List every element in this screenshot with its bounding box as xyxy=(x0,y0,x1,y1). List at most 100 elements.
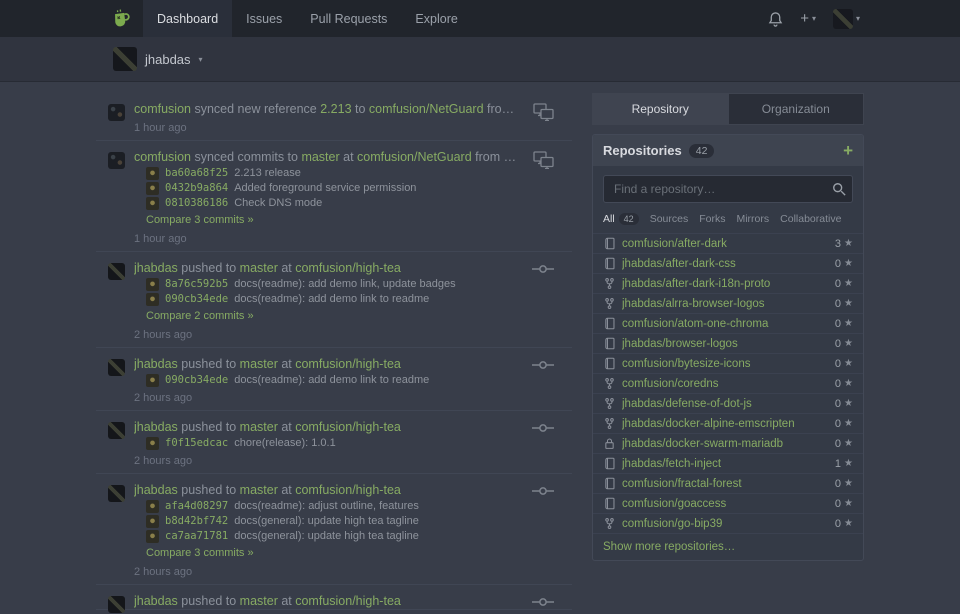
repo-row[interactable]: jhabdas/alrra-browser-logos 0★ xyxy=(593,293,863,313)
repo-filter[interactable]: Collaborative xyxy=(780,213,841,225)
commit-sha-link[interactable]: afa4d08297 xyxy=(165,500,228,513)
star-number: 0 xyxy=(835,398,841,410)
feed-link[interactable]: comfusion xyxy=(134,150,191,164)
create-menu-button[interactable]: + ▾ xyxy=(800,11,816,26)
nav-item[interactable]: Dashboard xyxy=(143,0,232,37)
star-count[interactable]: 0★ xyxy=(835,398,853,410)
star-count[interactable]: 0★ xyxy=(835,278,853,290)
repo-row[interactable]: jhabdas/docker-swarm-mariadb 0★ xyxy=(593,433,863,453)
feed-link[interactable]: jhabdas xyxy=(134,483,178,497)
feed-link[interactable]: master xyxy=(240,483,278,497)
star-count[interactable]: 0★ xyxy=(835,338,853,350)
context-tabs: Repository Organization xyxy=(592,93,864,125)
repo-filter[interactable]: Mirrors xyxy=(736,213,769,225)
feed-link[interactable]: jhabdas xyxy=(134,357,178,371)
avatar[interactable] xyxy=(108,152,125,169)
feed-link[interactable]: jhabdas xyxy=(134,594,178,608)
star-count[interactable]: 0★ xyxy=(835,418,853,430)
notifications-button[interactable] xyxy=(768,11,783,27)
repo-row[interactable]: jhabdas/fetch-inject 1★ xyxy=(593,453,863,473)
feed-link[interactable]: jhabdas xyxy=(134,420,178,434)
feed-text: pushed to xyxy=(178,420,240,434)
avatar[interactable] xyxy=(108,422,125,439)
repo-book-icon xyxy=(603,497,616,510)
repo-row[interactable]: comfusion/atom-one-chroma 0★ xyxy=(593,313,863,333)
repo-row[interactable]: jhabdas/after-dark-i18n-proto 0★ xyxy=(593,273,863,293)
gitea-logo[interactable] xyxy=(102,0,143,37)
repo-row[interactable]: jhabdas/browser-logos 0★ xyxy=(593,333,863,353)
commit-sha-link[interactable]: ca7aa71781 xyxy=(165,530,228,543)
repo-row[interactable]: comfusion/bytesize-icons 0★ xyxy=(593,353,863,373)
star-count[interactable]: 1★ xyxy=(835,458,853,470)
avatar[interactable] xyxy=(108,359,125,376)
feed-link[interactable]: comfusion/high-tea xyxy=(295,357,401,371)
filter-label: Collaborative xyxy=(780,213,841,225)
fork-icon xyxy=(603,377,616,390)
commit-sha-link[interactable]: b8d42bf742 xyxy=(165,515,228,528)
repo-row[interactable]: jhabdas/docker-alpine-emscripten 0★ xyxy=(593,413,863,433)
feed-link[interactable]: comfusion/high-tea xyxy=(295,483,401,497)
repo-row[interactable]: comfusion/fractal-forest 0★ xyxy=(593,473,863,493)
avatar[interactable] xyxy=(108,596,125,613)
nav-item[interactable]: Pull Requests xyxy=(296,0,401,37)
avatar[interactable] xyxy=(108,485,125,502)
commit-sha-link[interactable]: 0810386186 xyxy=(165,197,228,210)
nav-item[interactable]: Explore xyxy=(401,0,471,37)
repo-row[interactable]: jhabdas/defense-of-dot-js 0★ xyxy=(593,393,863,413)
repo-row[interactable]: comfusion/after-dark 3★ xyxy=(593,233,863,253)
star-count[interactable]: 0★ xyxy=(835,298,853,310)
compare-link[interactable]: Compare 3 commits » xyxy=(146,214,254,226)
commit-sha-link[interactable]: 0432b9a864 xyxy=(165,182,228,195)
compare-link[interactable]: Compare 2 commits » xyxy=(146,310,254,322)
feed-link[interactable]: comfusion/high-tea xyxy=(295,594,401,608)
star-count[interactable]: 0★ xyxy=(835,358,853,370)
star-count[interactable]: 0★ xyxy=(835,478,853,490)
user-menu-button[interactable]: ▾ xyxy=(833,9,860,29)
tab[interactable]: Organization xyxy=(729,93,865,125)
feed-link[interactable]: comfusion/high-tea xyxy=(295,420,401,434)
commit-sha-link[interactable]: 8a76c592b5 xyxy=(165,278,228,291)
repo-filter[interactable]: Forks xyxy=(699,213,725,225)
tab[interactable]: Repository xyxy=(592,93,729,125)
nav-item[interactable]: Issues xyxy=(232,0,296,37)
feed-link[interactable]: comfusion xyxy=(134,102,191,116)
repo-row[interactable]: comfusion/coredns 0★ xyxy=(593,373,863,393)
feed-link[interactable]: comfusion/high-tea xyxy=(295,261,401,275)
add-repo-button[interactable]: + xyxy=(843,144,853,158)
commit-row: ca7aa71781 docs(general): update high te… xyxy=(146,530,572,543)
star-count[interactable]: 0★ xyxy=(835,438,853,450)
mirror-icon xyxy=(533,103,554,126)
feed-link[interactable]: master xyxy=(240,261,278,275)
show-more-link[interactable]: Show more repositories… xyxy=(593,533,863,560)
avatar[interactable] xyxy=(108,263,125,280)
commit-sha-link[interactable]: 090cb34ede xyxy=(165,374,228,387)
repo-filter[interactable]: All42 xyxy=(603,213,639,225)
feed-link[interactable]: master xyxy=(301,150,339,164)
repo-filter[interactable]: Sources xyxy=(650,213,689,225)
commit-sha-link[interactable]: ba60a68f25 xyxy=(165,167,228,180)
feed-link[interactable]: jhabdas xyxy=(134,261,178,275)
star-count[interactable]: 0★ xyxy=(835,318,853,330)
commit-sha-link[interactable]: 090cb34ede xyxy=(165,293,228,306)
repo-row[interactable]: comfusion/go-bip39 0★ xyxy=(593,513,863,533)
star-count[interactable]: 0★ xyxy=(835,258,853,270)
repo-row[interactable]: jhabdas/after-dark-css 0★ xyxy=(593,253,863,273)
compare-link[interactable]: Compare 3 commits » xyxy=(146,547,254,559)
feed-link[interactable]: master xyxy=(240,420,278,434)
star-count[interactable]: 3★ xyxy=(835,238,853,250)
feed-link[interactable]: 2.213 xyxy=(320,102,351,116)
star-count[interactable]: 0★ xyxy=(835,378,853,390)
feed-link[interactable]: comfusion/NetGuard xyxy=(369,102,484,116)
commit-sha-link[interactable]: f0f15edcac xyxy=(165,437,228,450)
star-count[interactable]: 0★ xyxy=(835,518,853,530)
repo-row[interactable]: comfusion/goaccess 0★ xyxy=(593,493,863,513)
feed-link[interactable]: master xyxy=(240,357,278,371)
avatar xyxy=(146,182,159,195)
repo-search-input[interactable] xyxy=(603,175,853,203)
star-number: 0 xyxy=(835,518,841,530)
context-user-dropdown[interactable]: jhabdas xyxy=(145,52,191,67)
avatar[interactable] xyxy=(108,104,125,121)
feed-link[interactable]: master xyxy=(240,594,278,608)
star-count[interactable]: 0★ xyxy=(835,498,853,510)
feed-link[interactable]: comfusion/NetGuard xyxy=(357,150,472,164)
